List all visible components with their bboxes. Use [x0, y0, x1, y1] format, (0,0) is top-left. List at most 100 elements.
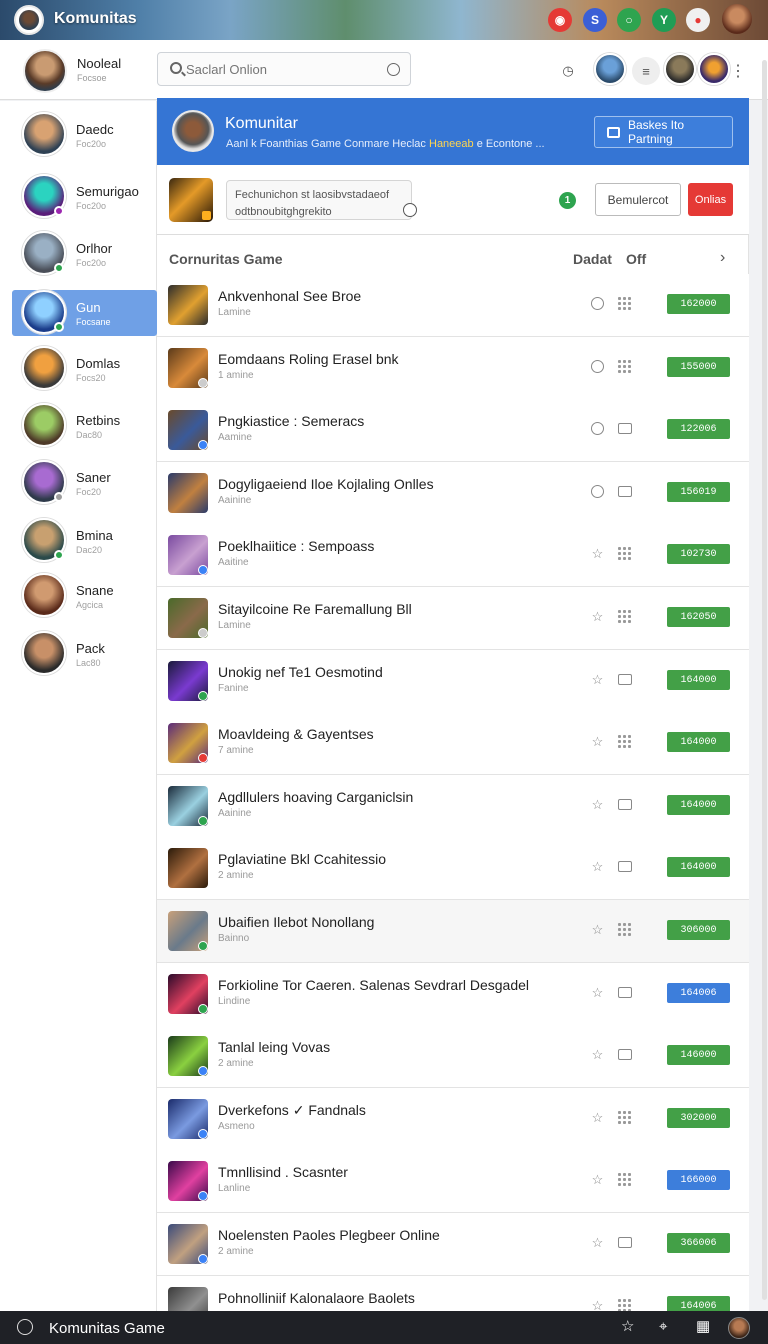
game-row[interactable]: Tmnllisind . Scasnter Lanline ☆ 166000 [157, 1150, 749, 1213]
radio-icon[interactable] [591, 297, 604, 310]
star-icon[interactable]: ☆ [591, 735, 604, 748]
search-box[interactable] [157, 52, 411, 86]
score-badge[interactable]: 164000 [667, 795, 730, 815]
game-row[interactable]: Noelensten Paoles Plegbeer Online 2 amine… [157, 1213, 749, 1276]
game-row[interactable]: Poeklhaiitice : Sempoass Aaitine ☆ 102730 [157, 524, 749, 587]
game-row[interactable]: Ankvenhonal See Broe Lamine 162000 [157, 274, 749, 337]
score-badge[interactable]: 306000 [667, 920, 730, 940]
game-row[interactable]: Agdllulers hoaving Carganiclsin Aainine ☆ 1… [157, 775, 749, 838]
game-row[interactable]: Dogyligaeiend Iloe Kojlaling Onlles Aaini… [157, 462, 749, 525]
column-header-off[interactable]: Off [626, 251, 646, 267]
star-icon[interactable]: ☆ [591, 1173, 604, 1186]
search-input[interactable] [186, 53, 376, 85]
radio-icon[interactable] [591, 360, 604, 373]
hero-action-button[interactable]: Baskes Ito Partning [594, 116, 733, 148]
contact-item[interactable]: Retbins Dac80 [12, 403, 157, 449]
grid-icon[interactable] [618, 547, 632, 560]
online-button[interactable]: Onlias [688, 183, 733, 216]
chat-bubble-icon[interactable]: ◉ [548, 8, 572, 32]
star-icon[interactable]: ☆ [591, 986, 604, 999]
game-icon[interactable] [169, 178, 213, 222]
contact-item[interactable]: Pack Lac80 [12, 631, 157, 677]
grid-icon[interactable] [618, 923, 632, 936]
game-row[interactable]: Pglaviatine Bkl Ccahitessio 2 amine ☆ 16400… [157, 837, 749, 900]
user-avatar[interactable] [23, 49, 67, 93]
clear-icon[interactable] [387, 63, 400, 76]
secondary-button[interactable]: Bemulercot [595, 183, 681, 216]
toggle-knob[interactable] [403, 203, 417, 217]
folder-icon[interactable] [618, 861, 632, 872]
folder-icon[interactable] [618, 1049, 632, 1060]
clock-icon[interactable]: ◷ [554, 57, 582, 85]
crosshair-icon[interactable]: ⌖ [659, 1319, 667, 1335]
contact-item[interactable]: Gun Focsane [12, 290, 157, 336]
folder-icon[interactable] [618, 423, 632, 434]
star-icon[interactable]: ☆ [591, 1048, 604, 1061]
folder-icon[interactable] [618, 987, 632, 998]
column-header-data[interactable]: Dadat [573, 251, 612, 267]
radio-icon[interactable] [591, 422, 604, 435]
folder-icon[interactable] [618, 674, 632, 685]
star-icon[interactable]: ☆ [591, 547, 604, 560]
star-icon[interactable]: ☆ [591, 673, 604, 686]
score-badge[interactable]: 164000 [667, 670, 730, 690]
contact-item[interactable]: Domlas Focs20 [12, 346, 157, 392]
s-badge-icon[interactable]: S [583, 8, 607, 32]
score-badge[interactable]: 156019 [667, 482, 730, 502]
star-icon[interactable]: ☆ [591, 860, 604, 873]
banner-avatar[interactable] [722, 4, 752, 34]
folder-icon[interactable] [618, 799, 632, 810]
chat-icon[interactable] [17, 1319, 33, 1335]
score-badge[interactable]: 162000 [667, 294, 730, 314]
game-row[interactable]: Eomdaans Roling Erasel bnk 1 amine 155000 [157, 337, 749, 400]
star-icon[interactable]: ☆ [591, 798, 604, 811]
score-badge[interactable]: 162050 [667, 607, 730, 627]
score-badge[interactable]: 166000 [667, 1170, 730, 1190]
grid-icon[interactable] [618, 735, 632, 748]
grid-icon[interactable] [618, 297, 632, 310]
grid-icon[interactable] [618, 1111, 632, 1124]
radio-icon[interactable] [591, 485, 604, 498]
folder-icon[interactable] [618, 486, 632, 497]
game-row[interactable]: Sitayilcoine Re Faremallung Bll Lamine ☆ 16… [157, 587, 749, 650]
score-badge[interactable]: 164006 [667, 983, 730, 1003]
contact-item[interactable]: Daedc Foc20o [12, 112, 157, 158]
game-row[interactable]: Moavldeing & Gayentses 7 amine ☆ 164000 [157, 712, 749, 775]
contact-item[interactable]: Saner Foc20 [12, 460, 157, 506]
score-badge[interactable]: 366006 [667, 1233, 730, 1253]
game-row[interactable]: Pngkiastice : Semeracs Aamine 122006 [157, 399, 749, 462]
grid-icon[interactable] [618, 360, 632, 373]
score-badge[interactable]: 302000 [667, 1108, 730, 1128]
game-row[interactable]: Ubaifien Ilebot Nonollang Bainno ☆ 306000 [157, 900, 749, 963]
contact-item[interactable]: Bmina Dac20 [12, 518, 157, 564]
game-row[interactable]: Dverkefons ✓ Fandnals Asmeno ☆ 302000 [157, 1088, 749, 1151]
score-badge[interactable]: 164000 [667, 857, 730, 877]
friend-avatar[interactable] [664, 53, 696, 85]
star-icon[interactable]: ☆ [591, 610, 604, 623]
grid-icon[interactable]: ▦ [696, 1319, 710, 1335]
game-row[interactable]: Tanlal leing Vovas 2 amine ☆ 146000 [157, 1025, 749, 1088]
star-icon[interactable]: ☆ [591, 1111, 604, 1124]
contact-item[interactable]: Semurigao Foc20o [12, 174, 157, 220]
score-badge[interactable]: 164000 [667, 732, 730, 752]
chevron-right-icon[interactable]: › [720, 249, 725, 267]
menu-icon[interactable]: ≡ [632, 57, 660, 85]
contact-item[interactable]: Snane Agcica [12, 573, 157, 619]
y-badge-icon[interactable]: Y [652, 8, 676, 32]
scrollbar[interactable] [762, 60, 767, 1300]
star-icon[interactable]: ☆ [621, 1319, 634, 1335]
search-bubble-icon[interactable]: ○ [617, 8, 641, 32]
folder-icon[interactable] [618, 1237, 632, 1248]
info-box[interactable]: Fechunichon st laosibvstadaeof odtbnoubi… [226, 180, 417, 220]
star-icon[interactable]: ☆ [591, 1236, 604, 1249]
score-badge[interactable]: 146000 [667, 1045, 730, 1065]
app-logo[interactable] [14, 5, 44, 35]
score-badge[interactable]: 102730 [667, 544, 730, 564]
user-avatar-small[interactable] [728, 1317, 750, 1339]
contact-item[interactable]: Orlhor Foc20o [12, 231, 157, 277]
more-vert-icon[interactable]: ⋮ [724, 57, 752, 85]
star-icon[interactable]: ☆ [591, 923, 604, 936]
grid-icon[interactable] [618, 610, 632, 623]
score-badge[interactable]: 122006 [667, 419, 730, 439]
friend-avatar[interactable] [594, 53, 626, 85]
